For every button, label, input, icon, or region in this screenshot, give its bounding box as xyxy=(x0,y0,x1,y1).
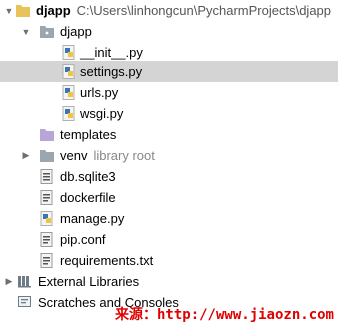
file-label: urls.py xyxy=(80,85,119,100)
chevron-down-icon[interactable]: ▼ xyxy=(21,27,31,37)
tree-row-dockerfile[interactable]: dockerfile xyxy=(0,187,338,208)
python-file-icon xyxy=(61,45,77,60)
tree-row-wsgi-file[interactable]: wsgi.py xyxy=(0,103,338,124)
folder-label: venv xyxy=(60,148,88,163)
python-file-icon xyxy=(61,106,77,121)
text-file-icon xyxy=(39,253,55,268)
chevron-right-icon[interactable]: ▶ xyxy=(21,150,31,161)
file-label: manage.py xyxy=(60,211,125,226)
watermark-url: http://www.jiaozn.com xyxy=(156,307,334,323)
tree-row-settings-file[interactable]: settings.py xyxy=(0,61,338,82)
tree-row-templates-folder[interactable]: templates xyxy=(0,124,338,145)
file-label: wsgi.py xyxy=(80,106,124,121)
file-label: settings.py xyxy=(80,64,143,79)
tree-row-urls-file[interactable]: urls.py xyxy=(0,82,338,103)
project-path: C:\Users\linhongcun\PycharmProjects\djap… xyxy=(76,3,332,18)
file-label: requirements.txt xyxy=(60,253,154,268)
watermark-source-label: 来源： xyxy=(114,307,157,323)
tree-row-init-file[interactable]: __init__.py xyxy=(0,42,338,63)
python-file-icon xyxy=(61,64,77,79)
tree-row-project-root[interactable]: ▼ djapp C:\Users\linhongcun\PycharmProjec… xyxy=(0,0,338,21)
python-file-icon xyxy=(61,85,77,100)
scratches-icon xyxy=(17,295,33,310)
package-label: djapp xyxy=(60,24,92,39)
templates-folder-icon xyxy=(39,127,55,142)
file-label: __init__.py xyxy=(80,45,143,60)
file-label: dockerfile xyxy=(60,190,116,205)
text-file-icon xyxy=(39,190,55,205)
folder-icon xyxy=(39,148,55,163)
folder-label: templates xyxy=(60,127,117,142)
tree-row-requirements[interactable]: requirements.txt xyxy=(0,250,338,271)
tree-row-manage-file[interactable]: manage.py xyxy=(0,208,338,229)
tree-row-venv-folder[interactable]: ▶ venv library root xyxy=(0,145,338,166)
tree-row-db-file[interactable]: db.sqlite3 xyxy=(0,166,338,187)
chevron-right-icon[interactable]: ▶ xyxy=(4,276,14,287)
file-label: db.sqlite3 xyxy=(60,169,116,184)
tree-label: External Libraries xyxy=(38,274,140,289)
database-file-icon xyxy=(39,169,55,184)
package-folder-icon xyxy=(39,24,55,39)
library-root-hint: library root xyxy=(93,148,155,163)
file-label: pip.conf xyxy=(60,232,106,247)
text-file-icon xyxy=(39,232,55,247)
tree-row-external-libraries[interactable]: ▶ External Libraries xyxy=(0,271,338,292)
chevron-down-icon[interactable]: ▼ xyxy=(4,6,14,16)
library-icon xyxy=(17,274,33,289)
folder-icon xyxy=(15,3,31,18)
project-name: djapp xyxy=(36,3,71,18)
tree-row-package[interactable]: ▼ djapp xyxy=(0,21,338,42)
tree-row-pip-conf[interactable]: pip.conf xyxy=(0,229,338,250)
source-watermark: 来源：http://www.jiaozn.com xyxy=(115,304,334,324)
python-file-icon xyxy=(39,211,55,226)
